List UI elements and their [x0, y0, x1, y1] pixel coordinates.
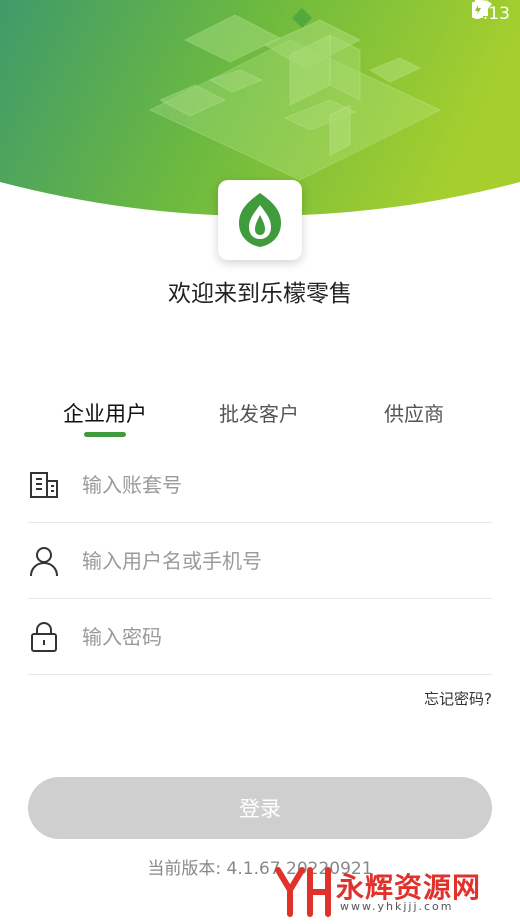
account-input[interactable] — [80, 472, 464, 498]
username-input[interactable] — [80, 548, 464, 574]
battery-icon — [471, 0, 483, 18]
status-bar: 8:13 — [471, 0, 520, 28]
app-logo — [218, 180, 302, 260]
lock-icon — [28, 621, 60, 653]
tab-wholesale-customer[interactable]: 批发客户 — [212, 398, 306, 427]
password-input[interactable] — [80, 624, 464, 650]
building-icon — [28, 469, 60, 501]
forgot-password-link[interactable]: 忘记密码? — [424, 688, 492, 709]
welcome-title: 欢迎来到乐檬零售 — [168, 281, 352, 307]
tab-supplier[interactable]: 供应商 — [376, 398, 452, 427]
account-field — [28, 448, 492, 523]
username-field — [28, 524, 492, 599]
user-type-tabs: 企业用户 批发客户 供应商 — [0, 398, 520, 446]
login-button[interactable]: 登录 — [28, 777, 492, 839]
password-field — [28, 600, 492, 675]
user-icon — [28, 545, 60, 577]
watermark-logo-icon — [275, 867, 331, 917]
leaf-logo-icon — [239, 193, 281, 247]
watermark: 永辉资源网 www.yhkjjj.com — [274, 864, 506, 918]
tab-enterprise-user[interactable]: 企业用户 — [58, 398, 152, 428]
watermark-url: www.yhkjjj.com — [340, 900, 454, 913]
active-tab-indicator — [84, 432, 126, 437]
